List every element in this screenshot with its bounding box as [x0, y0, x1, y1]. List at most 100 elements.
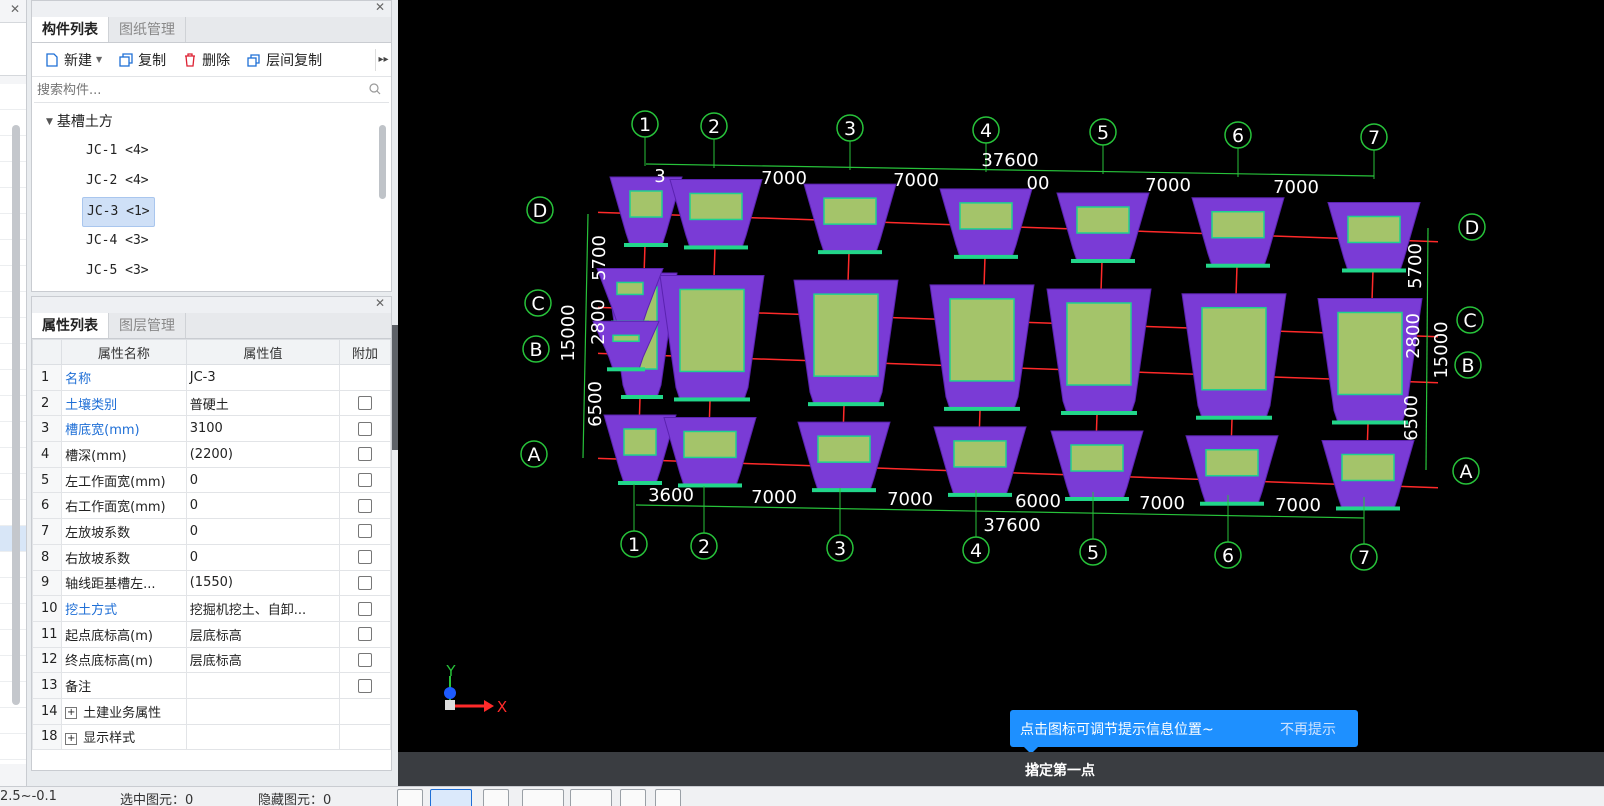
tab-layer-management[interactable]: 图层管理 — [109, 313, 186, 338]
additional-checkbox[interactable] — [357, 601, 372, 616]
model-canvas[interactable]: 1 2 3 4 5 6 7 1 2 3 4 5 6 7 A B C D A B C D 37600 37600 3 7000 700… — [398, 0, 1604, 786]
snap-angle-dropdown[interactable] — [522, 789, 564, 806]
toolbar-overflow-icon[interactable]: ▸▸ — [375, 49, 391, 71]
left-list-row[interactable] — [0, 84, 26, 110]
property-row[interactable]: 3 槽底宽(mm) 3100 — [31, 415, 392, 443]
close-icon[interactable]: ✕ — [375, 296, 385, 310]
property-row[interactable]: 4 槽深(mm) (2200) — [31, 441, 392, 468]
coordinate-readout: 2.5~-0.1 — [0, 789, 57, 804]
property-row[interactable]: 2 土壤类别 普硬土 — [31, 389, 392, 417]
dimension-text: 6000 — [1015, 491, 1061, 512]
row-index: 3 — [31, 415, 63, 443]
ortho-toggle[interactable] — [397, 789, 423, 806]
tab-drawing-management[interactable]: 图纸管理 — [109, 17, 186, 42]
property-value[interactable]: 普硬土 — [185, 389, 340, 417]
dimension-text: 6500 — [585, 381, 606, 427]
property-row[interactable]: 12 终点底标高(m) 层底标高 — [31, 646, 392, 674]
property-value[interactable]: 层底标高 — [185, 620, 340, 648]
tree-item[interactable]: JC-1 <4> — [32, 137, 391, 167]
search-icon[interactable] — [369, 83, 381, 95]
left-list-row[interactable] — [0, 734, 26, 760]
property-additional — [338, 492, 392, 520]
snap-intersection-toggle[interactable] — [483, 789, 509, 806]
pit-bottom — [953, 440, 1007, 468]
tree-item-label: JC-4 <3> — [86, 233, 149, 248]
expand-icon[interactable]: + — [65, 732, 78, 745]
delete-button[interactable]: 删除 — [176, 47, 236, 73]
property-row[interactable]: 11 起点底标高(m) 层底标高 — [31, 620, 392, 648]
new-button[interactable]: 新建 ▼ — [38, 47, 108, 73]
property-value[interactable]: 层底标高 — [185, 646, 340, 674]
close-icon[interactable]: ✕ — [375, 0, 385, 14]
additional-checkbox[interactable] — [357, 396, 372, 411]
property-value[interactable]: 0 — [185, 518, 340, 545]
property-value[interactable]: 0 — [185, 543, 340, 571]
property-value[interactable]: JC-3 — [185, 364, 340, 391]
left-panel-scrollbar[interactable] — [12, 125, 20, 705]
caret-down-icon[interactable]: ▼ — [46, 107, 53, 137]
floor-copy-button[interactable]: 层间复制 — [240, 47, 328, 73]
property-value[interactable]: 3100 — [185, 415, 340, 443]
additional-checkbox[interactable] — [357, 627, 372, 642]
property-value[interactable] — [185, 672, 340, 699]
property-row[interactable]: 8 右放坡系数 0 — [31, 543, 392, 571]
polar-tracking-toggle[interactable] — [655, 789, 681, 806]
additional-checkbox[interactable] — [357, 550, 372, 565]
pit-edge — [1206, 263, 1270, 268]
dynamic-input-toggle[interactable] — [620, 789, 646, 806]
tree-scrollbar[interactable] — [379, 125, 386, 199]
property-row[interactable]: 6 右工作面宽(mm) 0 — [31, 492, 392, 520]
property-panel: ✕ 属性列表 图层管理 属性名称 属性值 附加 1 名称 JC-3 2 土壤类别 普硬土 3… — [31, 296, 392, 771]
tree-item[interactable]: JC-2 <4> — [32, 167, 391, 197]
axis-number: 2 — [708, 116, 720, 138]
chevron-down-icon[interactable]: ▼ — [96, 55, 102, 64]
additional-checkbox[interactable] — [357, 524, 372, 539]
expand-icon[interactable]: + — [65, 707, 78, 720]
tree-item[interactable]: JC-5 <3> — [32, 257, 391, 287]
snap-offset-dropdown[interactable] — [570, 789, 612, 806]
left-list-row[interactable] — [0, 708, 26, 734]
property-row[interactable]: 1 名称 JC-3 — [31, 364, 392, 391]
additional-checkbox[interactable] — [357, 421, 372, 436]
search-input[interactable] — [34, 79, 389, 101]
floor-copy-label: 层间复制 — [266, 52, 323, 69]
property-value[interactable]: (2200) — [185, 441, 340, 468]
close-icon[interactable]: ✕ — [10, 2, 20, 16]
tree-root-node[interactable]: ▼ 基槽土方 — [32, 107, 391, 137]
left-collapsed-panel: ✕ — [0, 0, 27, 786]
tree-item[interactable]: JC-3 <1> — [32, 197, 391, 227]
property-row[interactable]: 10 挖土方式 挖掘机挖土、自卸... — [31, 595, 392, 622]
property-row[interactable]: 14 + 土建业务属性 — [31, 697, 392, 725]
dismiss-hint-link[interactable]: 不再提示 — [1280, 719, 1336, 739]
property-value[interactable]: 挖掘机挖土、自卸... — [185, 595, 340, 622]
property-row[interactable]: 13 备注 — [31, 672, 392, 699]
copy-button[interactable]: 复制 — [112, 47, 172, 73]
property-value[interactable] — [185, 697, 340, 725]
tab-property-list[interactable]: 属性列表 — [32, 313, 109, 338]
additional-checkbox[interactable] — [357, 498, 372, 513]
select-mode-dropdown[interactable] — [430, 789, 472, 806]
tab-component-list[interactable]: 构件列表 — [32, 17, 109, 42]
additional-checkbox[interactable] — [357, 575, 372, 590]
additional-checkbox[interactable] — [357, 678, 372, 693]
additional-checkbox[interactable] — [357, 652, 372, 667]
additional-checkbox[interactable] — [357, 447, 372, 462]
tree-item[interactable]: JC-4 <3> — [32, 227, 391, 257]
property-row[interactable]: 18 + 显示样式 — [31, 723, 392, 751]
component-toolbar: 新建 ▼ 复制 删除 层间复制 ▸▸ — [32, 43, 391, 77]
additional-checkbox[interactable] — [357, 473, 372, 488]
axis-number: 5 — [1097, 122, 1109, 144]
property-value[interactable]: 0 — [185, 466, 340, 494]
property-value[interactable] — [185, 723, 340, 751]
property-row[interactable]: 9 轴线距基槽左... (1550) — [31, 569, 392, 597]
property-additional — [338, 697, 392, 725]
hint-tooltip[interactable]: 点击图标可调节提示信息位置~ 不再提示 — [1010, 710, 1358, 754]
pit-bottom — [679, 288, 745, 373]
property-value[interactable]: (1550) — [185, 569, 340, 597]
drawing-viewport[interactable]: 1 2 3 4 5 6 7 1 2 3 4 5 6 7 A B C D A B C D 37600 37600 3 7000 700… — [398, 0, 1604, 786]
pit-bottom — [616, 281, 644, 296]
row-index: 8 — [31, 543, 63, 571]
property-row[interactable]: 7 左放坡系数 0 — [31, 518, 392, 545]
property-row[interactable]: 5 左工作面宽(mm) 0 — [31, 466, 392, 494]
property-value[interactable]: 0 — [185, 492, 340, 520]
